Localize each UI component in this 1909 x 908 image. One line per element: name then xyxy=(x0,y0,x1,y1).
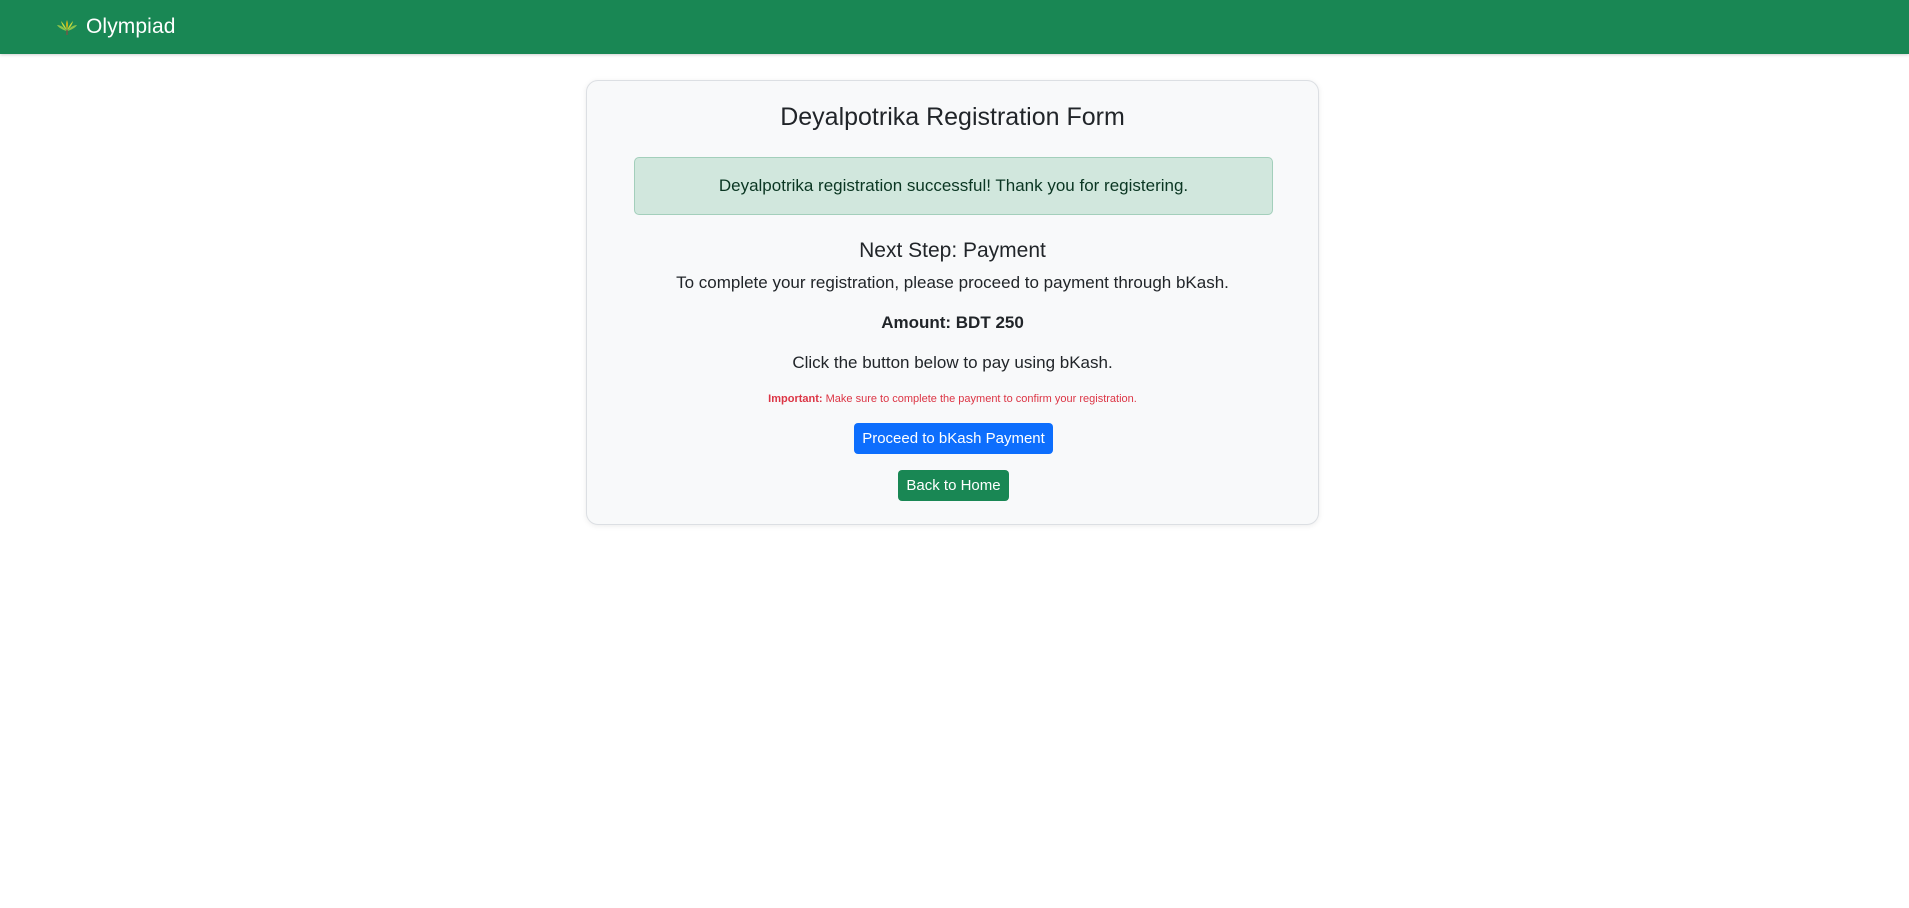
back-to-home-button[interactable]: Back to Home xyxy=(898,470,1009,501)
payment-amount: Amount: BDT 250 xyxy=(881,313,1024,332)
page-title: Deyalpotrika Registration Form xyxy=(780,103,1125,131)
click-hint: Click the button below to pay using bKas… xyxy=(792,353,1113,372)
important-text: Make sure to complete the payment to con… xyxy=(825,393,1137,405)
success-alert: Deyalpotrika registration successful! Th… xyxy=(634,157,1273,215)
success-alert-message: Deyalpotrika registration successful! Th… xyxy=(718,176,1189,195)
important-label: Important: xyxy=(768,393,823,405)
navbar-brand-link[interactable]: Olympiad xyxy=(56,15,176,39)
registration-card: Deyalpotrika Registration Form Deyalpotr… xyxy=(586,80,1319,525)
important-notice: Important: Make sure to complete the pay… xyxy=(587,393,1318,405)
proceed-to-bkash-payment-button[interactable]: Proceed to bKash Payment xyxy=(854,423,1053,454)
olympiad-leaf-logo-icon xyxy=(56,17,78,37)
next-step-title: Next Step: Payment xyxy=(859,239,1046,262)
top-navbar: Olympiad xyxy=(0,0,1909,54)
payment-instruction: To complete your registration, please pr… xyxy=(676,273,1229,292)
brand-name: Olympiad xyxy=(86,15,176,38)
